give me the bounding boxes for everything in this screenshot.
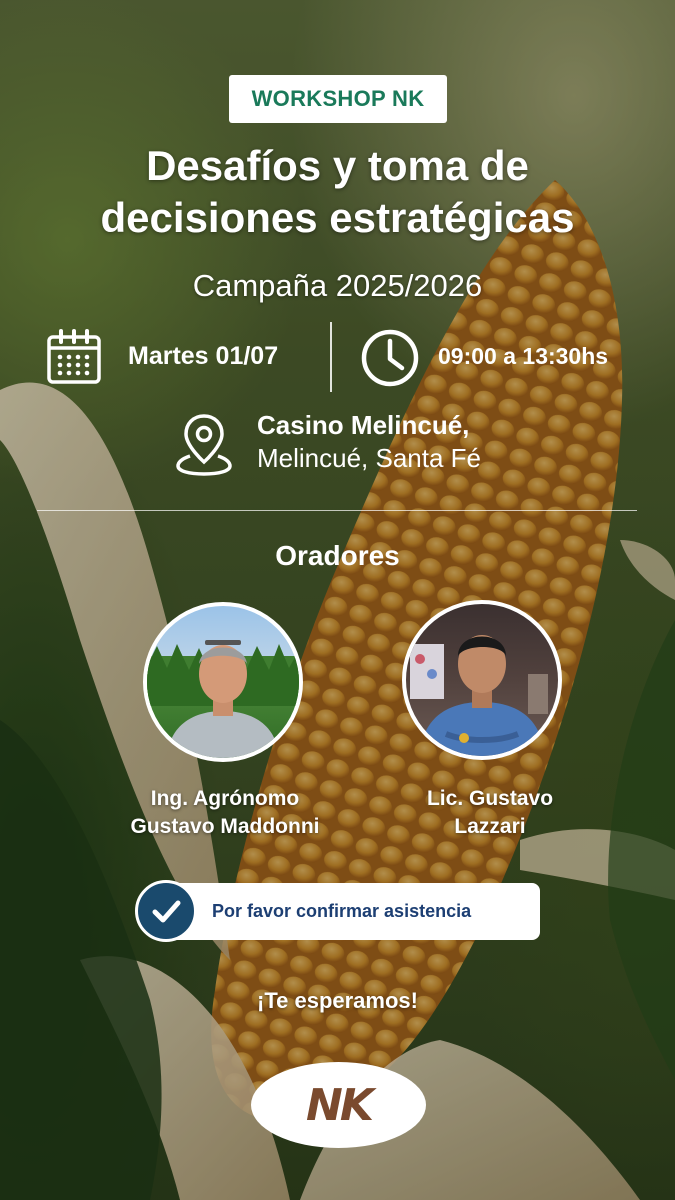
speaker-2-photo	[402, 600, 562, 760]
horizontal-divider	[37, 510, 637, 511]
venue-location: Melincué, Santa Fé	[257, 443, 482, 473]
confirm-attendance-label: Por favor confirmar asistencia	[212, 901, 472, 921]
check-icon	[135, 880, 197, 942]
speaker-2-name: Lazzari	[454, 815, 526, 838]
calendar-icon	[47, 329, 101, 384]
speaker-1-title: Ing. Agrónomo	[150, 787, 300, 810]
location-pin-icon	[176, 414, 232, 476]
date-time-row: Martes 01/07 09:00 a 13:30hs	[0, 322, 675, 392]
event-date: Martes 01/07	[128, 342, 279, 370]
event-time: 09:00 a 13:30hs	[438, 343, 609, 369]
vertical-divider	[330, 322, 332, 392]
speaker-1-photo	[143, 602, 303, 762]
speakers-heading: Oradores	[275, 540, 400, 571]
confirm-attendance-button[interactable]: Por favor confirmar asistencia	[150, 883, 540, 940]
venue-name: Casino Melincué,	[257, 410, 470, 440]
closing-message: ¡Te esperamos!	[257, 988, 418, 1013]
speaker-2-title: Lic. Gustavo	[426, 787, 554, 810]
clock-icon	[361, 329, 419, 387]
speaker-1-name: Gustavo Maddonni	[130, 815, 320, 838]
nk-logo: NK	[251, 1062, 426, 1148]
badge-label: WORKSHOP NK	[251, 86, 425, 111]
nk-logo-text: NK	[306, 1079, 374, 1131]
title-line-1: Desafíos y toma de	[146, 142, 529, 189]
page-title: Desafíos y toma de decisiones estratégic…	[0, 140, 675, 244]
campaign-subtitle: Campaña 2025/2026	[192, 268, 483, 303]
workshop-badge: WORKSHOP NK	[229, 75, 447, 123]
title-line-2: decisiones estratégicas	[100, 194, 575, 241]
